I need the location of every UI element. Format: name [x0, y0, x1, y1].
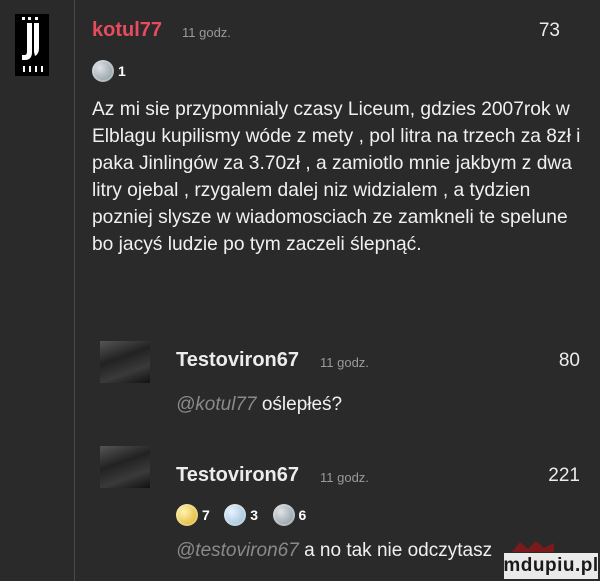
user-avatar[interactable]: [100, 341, 150, 383]
comment-time: 11 godz.: [320, 470, 369, 485]
award-badge[interactable]: 1: [92, 60, 126, 82]
watermark-flag-icon: [512, 541, 554, 552]
username[interactable]: Testoviron67: [176, 464, 299, 487]
user-avatar[interactable]: [100, 446, 150, 488]
badge-row: 7 3 6: [176, 504, 316, 531]
comment-score: 221: [548, 465, 580, 486]
mention-link[interactable]: @kotul77: [176, 394, 257, 415]
silver-award-icon: [224, 504, 247, 526]
comment-body: @testoviron67 a no tak nie odczytasz: [176, 540, 492, 562]
badge-count: 3: [250, 507, 259, 523]
username[interactable]: Testoviron67: [176, 349, 299, 372]
watermark-logo: mdupiu.pl: [503, 553, 598, 579]
comment-text: oślepłeś?: [261, 394, 343, 415]
badge-count: 1: [118, 63, 126, 79]
thread-line: [74, 330, 75, 581]
comment-score: 80: [558, 350, 580, 371]
username[interactable]: kotul77: [92, 19, 162, 42]
juventus-logo-avatar[interactable]: [15, 14, 49, 76]
award-badge[interactable]: 7: [176, 504, 210, 526]
badge-count: 7: [202, 507, 210, 523]
comment-score: 73: [538, 20, 560, 41]
juventus-logo-icon: [15, 14, 49, 76]
badge-count: 6: [298, 507, 307, 523]
award-badge[interactable]: 6: [272, 504, 307, 526]
mention-link[interactable]: @testoviron67: [176, 540, 299, 561]
comment-body: Az mi sie przypomnialy czasy Liceum, gdz…: [92, 99, 581, 255]
gold-award-icon: [176, 504, 198, 526]
badge-row: 1: [92, 60, 136, 87]
medal-award-icon: [272, 504, 295, 526]
award-badge[interactable]: 3: [224, 504, 258, 526]
comment-body: @kotul77 oślepłeś?: [176, 394, 342, 416]
comment-text: a no tak nie odczytasz: [304, 540, 493, 561]
medal-badge-icon: [92, 60, 114, 82]
comment-time: 11 godz.: [320, 355, 369, 370]
comment-time: 11 godz.: [182, 25, 231, 40]
